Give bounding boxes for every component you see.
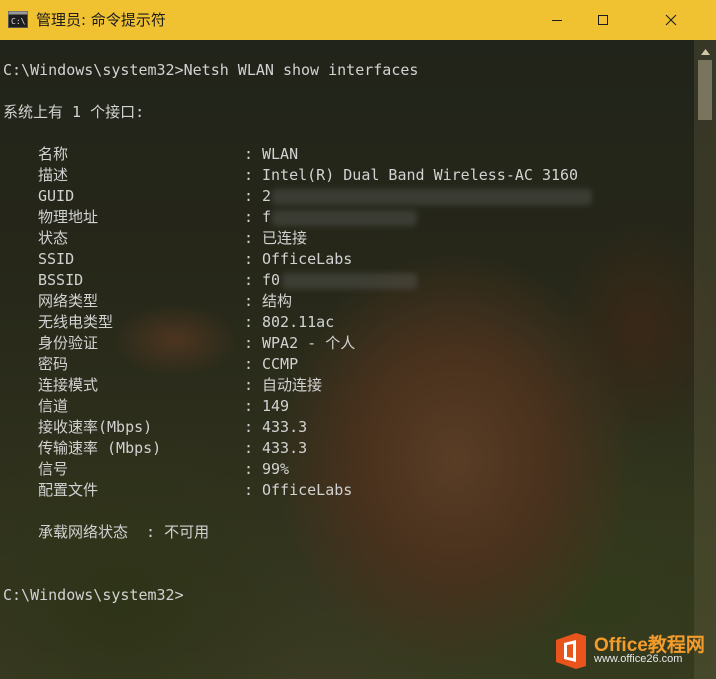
field-separator: : <box>244 271 254 289</box>
close-icon <box>665 11 677 30</box>
field-row: 信道 : 149 <box>0 396 640 417</box>
field-row: 配置文件 : OfficeLabs <box>0 480 640 501</box>
field-label: 密码 <box>38 355 69 373</box>
field-separator: : <box>244 418 254 436</box>
field-row: 描述 : Intel(R) Dual Band Wireless-AC 3160 <box>0 165 640 186</box>
minimize-icon <box>551 11 563 30</box>
close-button[interactable] <box>626 0 716 40</box>
window-title: 管理员: 命令提示符 <box>36 11 166 29</box>
field-value: 99% <box>262 460 290 478</box>
field-label: 名称 <box>38 145 69 163</box>
title-bar[interactable]: C:\ 管理员: 命令提示符 <box>0 0 716 40</box>
hosted-network-status: 承载网络状态 : 不可用 <box>38 523 210 541</box>
field-label: 身份验证 <box>38 334 99 352</box>
field-value: 149 <box>262 397 290 415</box>
command-line: C:\Windows\system32>Netsh WLAN show inte… <box>3 61 419 79</box>
field-label: GUID <box>38 187 75 205</box>
minimize-button[interactable] <box>534 0 580 40</box>
field-separator: : <box>244 292 254 310</box>
field-separator: : <box>244 166 254 184</box>
field-row: 接收速率(Mbps) : 433.3 <box>0 417 640 438</box>
field-row: 名称 : WLAN <box>0 144 640 165</box>
maximize-button[interactable] <box>580 0 626 40</box>
field-separator: : <box>244 250 254 268</box>
field-row: 传输速率 (Mbps) : 433.3 <box>0 438 640 459</box>
field-value: f0 <box>262 271 281 289</box>
field-row: 物理地址 : f <box>0 207 640 228</box>
field-label: 连接模式 <box>38 376 99 394</box>
field-value: 433.3 <box>262 439 308 457</box>
field-value: 802.11ac <box>262 313 335 331</box>
field-label: 描述 <box>38 166 69 184</box>
field-label: SSID <box>38 250 75 268</box>
redacted-mac <box>272 210 417 226</box>
field-label: 信号 <box>38 460 69 478</box>
field-row: 信号 : 99% <box>0 459 640 480</box>
field-label: 物理地址 <box>38 208 99 226</box>
field-separator: : <box>244 334 254 352</box>
field-value: OfficeLabs <box>262 481 353 499</box>
command-prompt: C:\Windows\system32> <box>3 586 184 604</box>
field-label: 信道 <box>38 397 69 415</box>
field-separator: : <box>244 187 254 205</box>
field-row: 网络类型 : 结构 <box>0 291 640 312</box>
field-separator: : <box>244 460 254 478</box>
vertical-scrollbar[interactable] <box>694 40 716 679</box>
field-row: 身份验证 : WPA2 - 个人 <box>0 333 640 354</box>
redacted-bssid <box>282 273 417 289</box>
console-output[interactable]: C:\Windows\system32>Netsh WLAN show inte… <box>0 40 716 679</box>
field-label: 配置文件 <box>38 481 99 499</box>
field-row: 无线电类型 : 802.11ac <box>0 312 640 333</box>
field-separator: : <box>244 376 254 394</box>
field-row: SSID : OfficeLabs <box>0 249 640 270</box>
field-separator: : <box>244 439 254 457</box>
field-row: 状态 : 已连接 <box>0 228 640 249</box>
field-row: 密码 : CCMP <box>0 354 640 375</box>
watermark-url: www.office26.com <box>594 653 683 665</box>
arrow-up-icon <box>700 40 710 59</box>
interface-summary: 系统上有 1 个接口: <box>3 103 145 121</box>
field-row: BSSID : f0 <box>0 270 640 291</box>
field-separator: : <box>244 397 254 415</box>
svg-text:C:\: C:\ <box>11 17 26 26</box>
field-separator: : <box>244 229 254 247</box>
field-value: Intel(R) Dual Band Wireless-AC 3160 <box>262 166 579 184</box>
field-row: 连接模式 : 自动连接 <box>0 375 640 396</box>
field-value: WPA2 - 个人 <box>262 334 356 352</box>
field-value: f <box>262 208 272 226</box>
field-separator: : <box>244 145 254 163</box>
field-value: 2 <box>262 187 272 205</box>
field-value: CCMP <box>262 355 299 373</box>
office26-watermark: Office教程网 www.office26.com <box>554 628 714 674</box>
field-value: OfficeLabs <box>262 250 353 268</box>
field-label: BSSID <box>38 271 84 289</box>
field-label: 状态 <box>38 229 69 247</box>
field-value: 433.3 <box>262 418 308 436</box>
field-label: 接收速率(Mbps) <box>38 418 153 436</box>
office-logo-icon <box>554 632 588 670</box>
field-value: 自动连接 <box>262 376 323 394</box>
redacted-guid <box>272 189 592 205</box>
field-separator: : <box>244 481 254 499</box>
field-label: 无线电类型 <box>38 313 114 331</box>
field-separator: : <box>244 313 254 331</box>
field-label: 网络类型 <box>38 292 99 310</box>
cmd-icon: C:\ <box>8 11 28 28</box>
field-label: 传输速率 (Mbps) <box>38 439 162 457</box>
maximize-icon <box>597 11 609 30</box>
field-value: 已连接 <box>262 229 308 247</box>
command-prompt-window: C:\ 管理员: 命令提示符 C:\Windows\system32>Netsh… <box>0 0 716 679</box>
field-separator: : <box>244 208 254 226</box>
field-row: GUID : 2 <box>0 186 640 207</box>
field-value: WLAN <box>262 145 299 163</box>
field-value: 结构 <box>262 292 293 310</box>
scroll-thumb[interactable] <box>698 60 712 120</box>
scroll-up-button[interactable] <box>694 40 716 58</box>
field-separator: : <box>244 355 254 373</box>
